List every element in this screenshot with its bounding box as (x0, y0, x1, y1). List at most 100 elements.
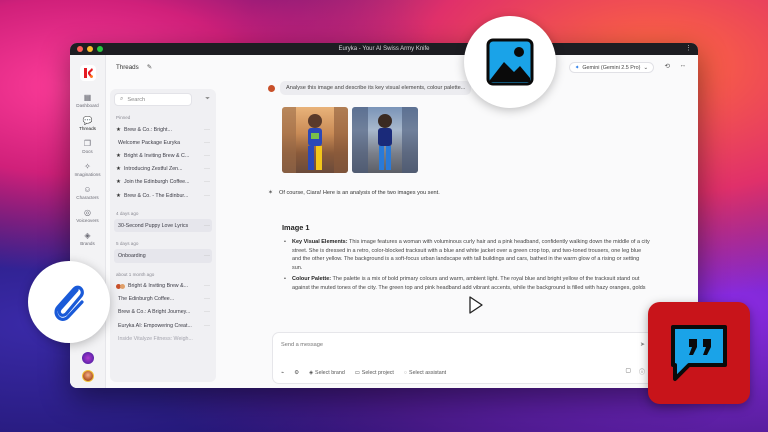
thread-item[interactable]: ★ Introducing Zestful Zen... ··· (114, 163, 212, 176)
attached-image[interactable] (352, 107, 418, 173)
thread-item[interactable]: Euryka AI: Empowering Creat... ··· (114, 319, 212, 332)
section-label: about 1 month ago (116, 271, 155, 277)
model-icon: ✦ (574, 64, 580, 71)
user-avatar (268, 84, 275, 92)
more-icon[interactable]: ··· (204, 323, 210, 329)
select-project-button[interactable]: ▭ Select project (355, 370, 394, 376)
maximize-window-button[interactable] (97, 46, 103, 52)
euryka-logo[interactable] (79, 65, 96, 81)
more-icon[interactable]: ··· (204, 193, 210, 199)
more-icon[interactable]: ··· (204, 127, 210, 133)
attach-icon[interactable]: ⌁ (281, 370, 284, 376)
attached-images (282, 107, 418, 173)
chat-top-bar: A ✦ Gemini (Gemini 2.5 Pro) ⌄ ⟲ ↔ (228, 55, 698, 79)
new-thread-icon[interactable]: ✎ (147, 63, 152, 71)
answer-bullet: • Key Visual Elements: This image featur… (282, 238, 650, 272)
thread-item[interactable]: 30-Second Puppy Love Lyrics ··· (114, 219, 212, 233)
thread-item[interactable]: ★ Bright & Inviting Brew & C... ··· (114, 149, 212, 162)
send-icon[interactable]: ➤ (640, 341, 645, 348)
star-icon: ★ (116, 192, 121, 199)
image-icon (486, 38, 534, 86)
thread-title: Onboarding (118, 252, 146, 259)
search-icon: ⌕ (120, 96, 124, 102)
attached-image[interactable] (282, 107, 348, 173)
thread-item[interactable]: The Edinburgh Coffee... ··· (114, 293, 212, 306)
rail-item-voiceovers[interactable]: ◎ Voiceovers (76, 208, 98, 223)
more-icon[interactable]: ··· (204, 153, 210, 159)
quote-bubble-icon (671, 325, 727, 381)
quote-feature-badge (648, 302, 750, 404)
star-icon: ★ (116, 166, 121, 173)
message-input[interactable] (281, 342, 581, 348)
bullet-content: Colour Palette: The palette is a mix of … (292, 275, 650, 292)
expand-icon[interactable]: ↔ (680, 62, 687, 69)
thread-item[interactable]: ★ Join the Edinburgh Coffee... ··· (114, 176, 212, 189)
more-vertical-icon[interactable]: ⋮ (685, 44, 692, 52)
grid-icon: ▦ (83, 93, 92, 102)
answer-bullet: • Colour Palette: The palette is a mix o… (282, 275, 650, 292)
thread-item[interactable]: Brew & Co.: A Bright Journey... ··· (114, 306, 212, 319)
more-icon[interactable]: ··· (204, 296, 210, 302)
rail-item-imaginations[interactable]: ✧ Imaginations (74, 162, 100, 177)
paperclip-icon (54, 285, 84, 321)
star-icon: ★ (116, 152, 121, 159)
thread-item[interactable]: Inside Vitalyze Fitness: Weigh... (114, 332, 212, 345)
section-label: Pinned (116, 115, 131, 120)
thread-title: The Edinburgh Coffee... (118, 296, 175, 303)
user-avatar[interactable] (81, 370, 94, 382)
minimize-window-button[interactable] (87, 46, 93, 52)
rail-item-brands[interactable]: ◈ Brands (80, 231, 95, 246)
more-icon[interactable]: ··· (204, 223, 210, 229)
rail-item-threads[interactable]: 💬 Threads (79, 116, 96, 131)
brand-icon: ◈ (308, 370, 314, 376)
thread-item[interactable]: ★ Brew & Co.: Bright... ··· (114, 123, 212, 136)
threads-panel: Threads ✎ ⌕ Search ⏷ Pinned ★ Brew & Co.:… (106, 55, 228, 388)
folder-icon: ▭ (354, 370, 360, 376)
filter-icon[interactable]: ⏷ (205, 96, 210, 103)
share-icon[interactable]: ⟲ (665, 62, 670, 70)
select-assistant-button[interactable]: ◌ Select assistant (404, 370, 446, 376)
more-icon[interactable]: ··· (204, 166, 210, 172)
close-window-button[interactable] (77, 46, 83, 52)
thread-item[interactable]: Bright & Inviting Brew &... ··· (114, 280, 212, 293)
woman-walking-image (282, 107, 348, 173)
ai-logo-icon: ✶ (268, 190, 274, 196)
rail-item-docs[interactable]: ❐ Docs (82, 139, 92, 154)
bullet-dot: • (284, 276, 286, 283)
woman-walking-image (352, 107, 418, 173)
bullet-content: Key Visual Elements: This image features… (292, 238, 650, 272)
doc-icon: ❐ (83, 139, 92, 148)
rail-item-dashboard[interactable]: ▦ Dashboard (76, 93, 98, 108)
brand-icon: ◈ (84, 231, 91, 240)
select-project-label: Select project (361, 370, 394, 376)
thread-title: Bright & Inviting Brew & C... (123, 152, 190, 159)
star-icon: ★ (116, 179, 121, 186)
more-icon[interactable]: ··· (204, 179, 210, 185)
more-icon[interactable]: ··· (204, 309, 210, 315)
assistant-icon: ◌ (403, 370, 408, 376)
star-icon: ★ (116, 126, 121, 133)
user-message-row: Analyse this image and describe its key … (268, 81, 472, 95)
more-icon[interactable]: ··· (204, 283, 210, 289)
rail-label: Brands (80, 241, 95, 246)
rail-label: Characters (76, 195, 99, 200)
rail-label: Imaginations (74, 172, 101, 177)
window-controls (77, 46, 103, 52)
stop-icon[interactable]: ▢ (625, 367, 631, 376)
chat-icon: 💬 (82, 116, 93, 125)
thread-item[interactable]: Onboarding ··· (114, 249, 212, 263)
thread-item[interactable]: Welcome Package Euryka ··· (114, 136, 212, 149)
more-icon[interactable]: ··· (204, 253, 210, 259)
bullet-title: Colour Palette: (292, 276, 332, 283)
more-icon[interactable]: ··· (204, 140, 210, 146)
model-selector[interactable]: ✦ Gemini (Gemini 2.5 Pro) ⌄ (568, 62, 654, 73)
settings-icon[interactable]: ⚙ (294, 370, 299, 376)
search-box[interactable]: ⌕ Search (114, 93, 192, 106)
chat-main: A ✦ Gemini (Gemini 2.5 Pro) ⌄ ⟲ ↔ Analys… (228, 55, 698, 388)
thread-item[interactable]: ★ Brew & Co. - The Edinbur... ··· (114, 189, 212, 202)
select-assistant-label: Select assistant (409, 370, 447, 376)
workspace-avatar[interactable] (81, 352, 94, 364)
select-brand-button[interactable]: ◈ Select brand (309, 370, 345, 376)
rail-item-characters[interactable]: ☺ Characters (76, 185, 98, 200)
info-icon[interactable]: ⓘ (639, 367, 645, 376)
